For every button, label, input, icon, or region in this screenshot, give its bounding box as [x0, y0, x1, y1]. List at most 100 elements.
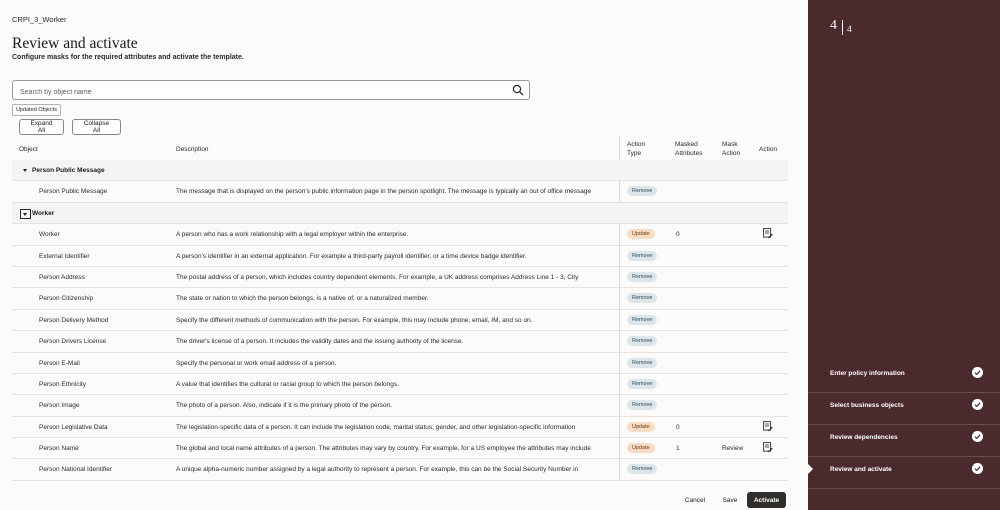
- train-step-label: Select business objects: [830, 402, 904, 409]
- current-step-number: 4: [830, 18, 837, 33]
- search-input[interactable]: [13, 83, 493, 102]
- table-row[interactable]: Person Citizenship The state or nation t…: [12, 288, 788, 310]
- action-type-badge: Update: [627, 229, 655, 240]
- expand-toggle[interactable]: [20, 208, 31, 219]
- object-description: The postal address of a person, which in…: [176, 273, 579, 281]
- action-type-badge: Remove: [627, 250, 658, 261]
- object-name: Person Ethnicity: [39, 380, 86, 388]
- action-type-badge: Remove: [627, 357, 658, 368]
- column-header-object[interactable]: Object: [19, 145, 38, 154]
- train-step-label: Review dependencies: [830, 434, 898, 441]
- table-row[interactable]: Person Public Message The message that i…: [12, 181, 788, 203]
- cancel-button[interactable]: Cancel: [678, 492, 712, 508]
- edit-mask-icon[interactable]: [763, 228, 773, 239]
- edit-mask-icon[interactable]: [763, 442, 773, 453]
- object-description: A unique alpha-numeric number assigned b…: [176, 466, 579, 474]
- object-description: A person who has a work relationship wit…: [176, 231, 409, 239]
- action-type-badge: Remove: [627, 186, 658, 197]
- object-name: Person Citizenship: [39, 295, 94, 303]
- save-button[interactable]: Save: [716, 492, 744, 508]
- guided-process-train: 4 4 Enter policy information Select busi…: [808, 0, 1000, 510]
- train-step-select-objects[interactable]: Select business objects: [808, 393, 1000, 425]
- train-step-label: Enter policy information: [830, 370, 905, 377]
- train-steps: Enter policy information Select business…: [808, 361, 1000, 489]
- column-header-action[interactable]: Action: [759, 145, 777, 154]
- action-type-badge: Remove: [627, 271, 658, 282]
- action-type-badge: Update: [627, 421, 655, 432]
- masked-attributes-count: 0: [676, 423, 680, 431]
- object-name: Person Legislative Data: [39, 423, 108, 431]
- breadcrumb[interactable]: CRPI_3_Worker: [12, 15, 66, 24]
- action-type-badge: Remove: [627, 378, 658, 389]
- table-row[interactable]: Person Delivery Method Specify the diffe…: [12, 310, 788, 332]
- table-row[interactable]: Person National Identifier A unique alph…: [12, 459, 788, 481]
- group-label: Worker: [32, 209, 55, 217]
- expand-all-button[interactable]: Expand All: [19, 119, 64, 135]
- object-name: Person Address: [39, 273, 85, 281]
- collapse-all-button[interactable]: Collapse All: [72, 119, 121, 135]
- chevron-down-icon[interactable]: [23, 169, 27, 172]
- table-row[interactable]: Person Ethnicity A value that identifies…: [12, 374, 788, 396]
- check-circle-icon: [972, 431, 983, 442]
- object-description: The state or nation to which the person …: [176, 295, 429, 303]
- object-description: The photo of a person. Also, indicate if…: [176, 402, 393, 410]
- train-step-review-dependencies[interactable]: Review dependencies: [808, 425, 1000, 457]
- table-row[interactable]: External Identifier A person's identifie…: [12, 246, 788, 267]
- column-header-mask-action-line1: Mask: [722, 141, 738, 148]
- object-description: The global and local name attributes of …: [176, 445, 591, 453]
- object-description: The driver's license of a person. It inc…: [176, 338, 464, 346]
- column-header-action-type-line1: Action: [627, 141, 646, 148]
- group-row-worker[interactable]: Worker: [12, 202, 788, 225]
- column-header-description[interactable]: Description: [176, 145, 209, 154]
- table-row[interactable]: Person Image The photo of a person. Also…: [12, 395, 788, 417]
- object-description: A person's identifier in an external app…: [176, 252, 527, 260]
- object-name: Person Delivery Method: [39, 316, 109, 324]
- action-type-badge: Remove: [627, 400, 658, 411]
- object-description: Specify the personal or work email addre…: [176, 359, 337, 367]
- object-name: Person Image: [39, 402, 80, 410]
- object-name: Person Name: [39, 445, 79, 453]
- group-label: Person Public Message: [32, 167, 105, 174]
- table-row[interactable]: Person Legislative Data The legislation-…: [12, 417, 788, 439]
- group-row-person-public-message[interactable]: Person Public Message: [12, 160, 788, 182]
- column-header-masked-line2: Attributes: [675, 150, 703, 157]
- object-description: A value that identifies the cultural or …: [176, 380, 399, 388]
- search-icon[interactable]: [512, 84, 524, 96]
- column-header-action-type-line2: Type: [627, 150, 642, 157]
- objects-table: Person Public Message Person Public Mess…: [12, 160, 788, 481]
- object-name: Person E-Mail: [39, 359, 80, 367]
- object-description: Specify the different methods of communi…: [176, 316, 533, 324]
- action-type-badge: Remove: [627, 464, 658, 475]
- object-name: Person Drivers License: [39, 338, 107, 346]
- train-step-review-activate[interactable]: Review and activate: [808, 457, 1000, 489]
- search-field[interactable]: [12, 80, 530, 102]
- train-step-label: Review and activate: [830, 466, 892, 473]
- check-circle-icon: [972, 399, 983, 410]
- table-row[interactable]: Person Drivers License The driver's lice…: [12, 331, 788, 353]
- page-subtitle: Configure masks for the required attribu…: [12, 54, 244, 61]
- action-type-badge: Remove: [627, 293, 658, 304]
- table-row[interactable]: Person E-Mail Specify the personal or wo…: [12, 353, 788, 374]
- activate-button[interactable]: Activate: [747, 492, 786, 508]
- column-header-masked-attributes[interactable]: Masked Attributes: [675, 140, 702, 158]
- column-header-action-type[interactable]: Action Type: [627, 140, 645, 158]
- edit-mask-icon[interactable]: [763, 420, 773, 432]
- action-type-badge: Update: [627, 443, 655, 454]
- object-name: Worker: [39, 231, 60, 239]
- check-circle-icon: [972, 367, 983, 378]
- check-circle-icon: [972, 463, 983, 474]
- table-row[interactable]: Person Address The postal address of a p…: [12, 267, 788, 289]
- chevron-down-icon: [23, 212, 27, 216]
- total-steps-number: 4: [847, 25, 852, 35]
- column-header-masked-line1: Masked: [675, 141, 698, 148]
- train-step-enter-policy[interactable]: Enter policy information: [808, 361, 1000, 393]
- updated-objects-filter-chip[interactable]: Updated Objects: [12, 104, 61, 116]
- object-description: The message that is displayed on the per…: [176, 188, 592, 196]
- object-description: The legislation-specific data of a perso…: [176, 423, 576, 431]
- table-row[interactable]: Worker A person who has a work relations…: [12, 224, 788, 246]
- action-type-badge: Remove: [627, 336, 658, 347]
- table-row[interactable]: Person Name The global and local name at…: [12, 438, 788, 460]
- column-header-mask-action[interactable]: Mask Action: [722, 140, 740, 158]
- page-title: Review and activate: [12, 35, 138, 52]
- object-name: Person Public Message: [39, 188, 108, 196]
